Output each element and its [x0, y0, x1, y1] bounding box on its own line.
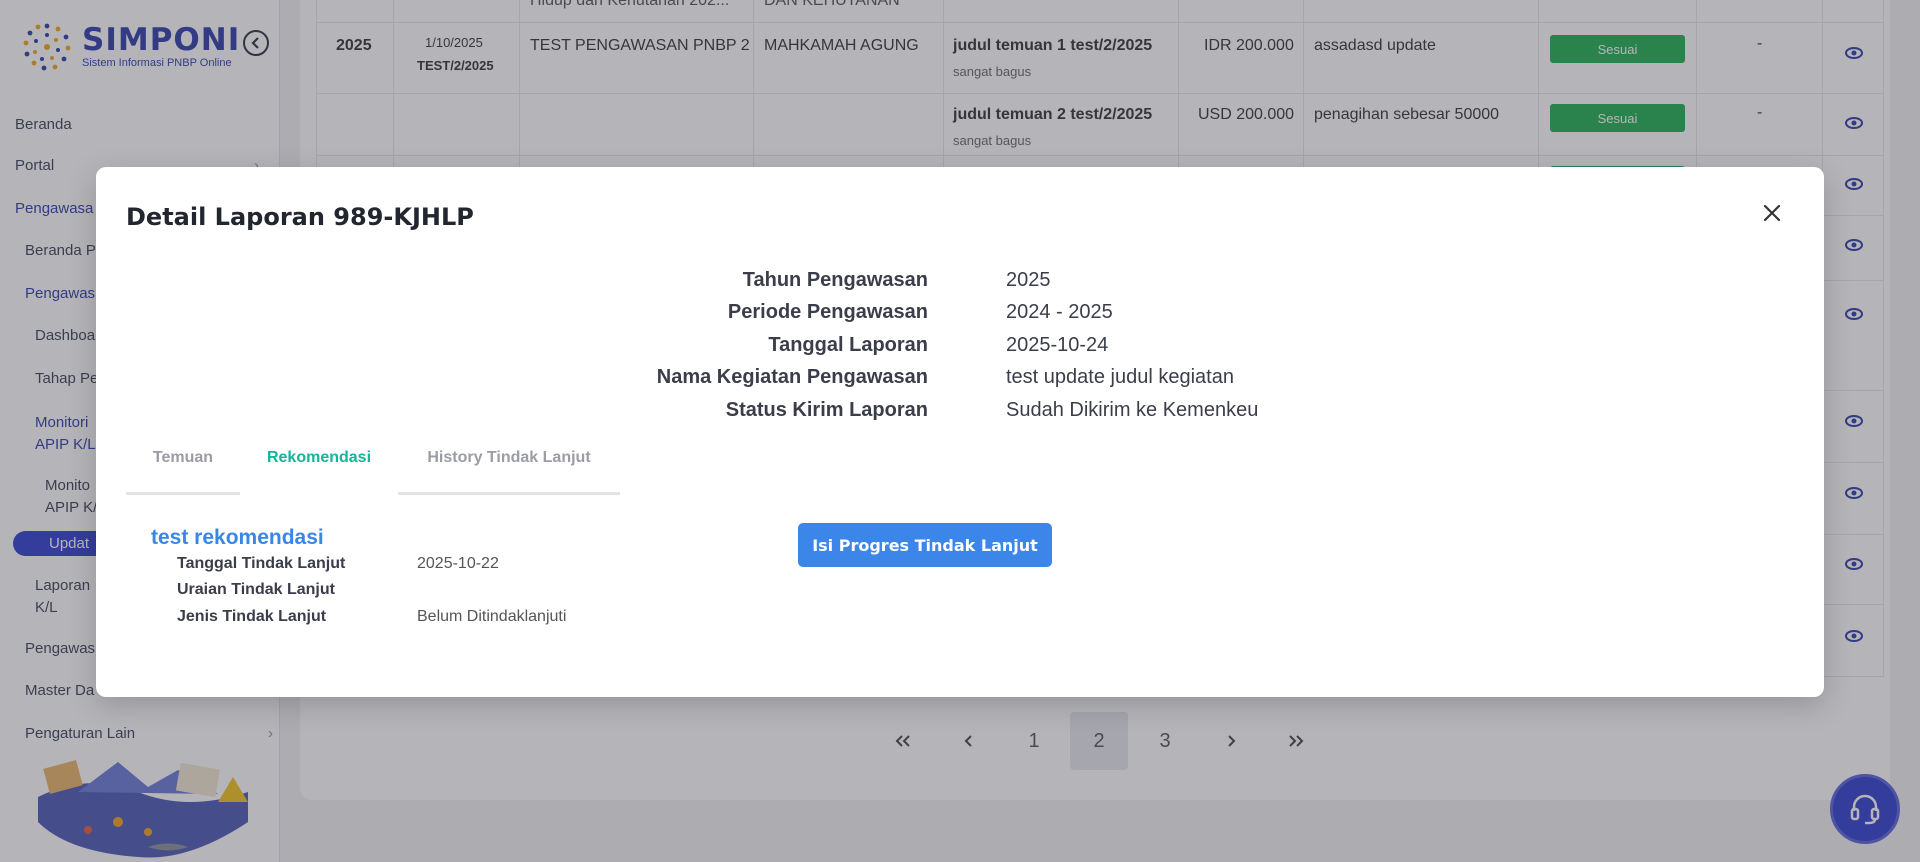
meta-value: test update judul kegiatan [1006, 366, 1234, 388]
isi-progres-button[interactable]: Isi Progres Tindak Lanjut [798, 523, 1052, 567]
meta-value: Sudah Dikirim ke Kemenkeu [1006, 399, 1259, 421]
meta-colon: : [922, 301, 928, 323]
meta-colon: : [922, 366, 928, 388]
meta-label: Status Kirim Laporan [725, 399, 928, 421]
meta-label: Nama Kegiatan Pengawasan [656, 366, 928, 388]
meta-label: Periode Pengawasan [727, 301, 928, 323]
modal-title: Detail Laporan 989-KJHLP [126, 203, 474, 231]
meta-row-periode: Periode Pengawasan : 2024 - 2025 [96, 301, 1824, 333]
meta-row-status-kirim: Status Kirim Laporan : Sudah Dikirim ke … [96, 399, 1824, 431]
recommendation-value: 2025-10-22 [417, 555, 499, 572]
meta-colon: : [922, 399, 928, 421]
recommendation-label: Tanggal Tindak Lanjut [177, 555, 346, 572]
recommendation-label: Uraian Tindak Lanjut [177, 581, 335, 598]
meta-colon: : [922, 334, 928, 356]
meta-label: Tahun Pengawasan [742, 269, 928, 291]
meta-value: 2025-10-24 [1006, 334, 1109, 356]
recommendation-label: Jenis Tindak Lanjut [177, 608, 327, 625]
meta-row-tanggal: Tanggal Laporan : 2025-10-24 [96, 334, 1824, 366]
detail-report-modal: Detail Laporan 989-KJHLP Tahun Pengawasa… [96, 167, 1824, 697]
tab-temuan[interactable]: Temuan [126, 441, 240, 495]
meta-row-tahun: Tahun Pengawasan : 2025 [96, 269, 1824, 301]
meta-value: 2024 - 2025 [1006, 301, 1113, 323]
meta-label: Tanggal Laporan [768, 334, 928, 356]
meta-value: 2025 [1006, 269, 1051, 291]
recommendation-title: test rekomendasi [151, 526, 324, 549]
recommendation-value: Belum Ditindaklanjuti [417, 608, 567, 625]
close-icon[interactable] [1758, 199, 1786, 227]
meta-row-nama-kegiatan: Nama Kegiatan Pengawasan : test update j… [96, 366, 1824, 398]
tab-rekomendasi[interactable]: Rekomendasi [240, 441, 398, 495]
tab-history-tindak-lanjut[interactable]: History Tindak Lanjut [398, 441, 620, 495]
meta-colon: : [922, 269, 928, 291]
